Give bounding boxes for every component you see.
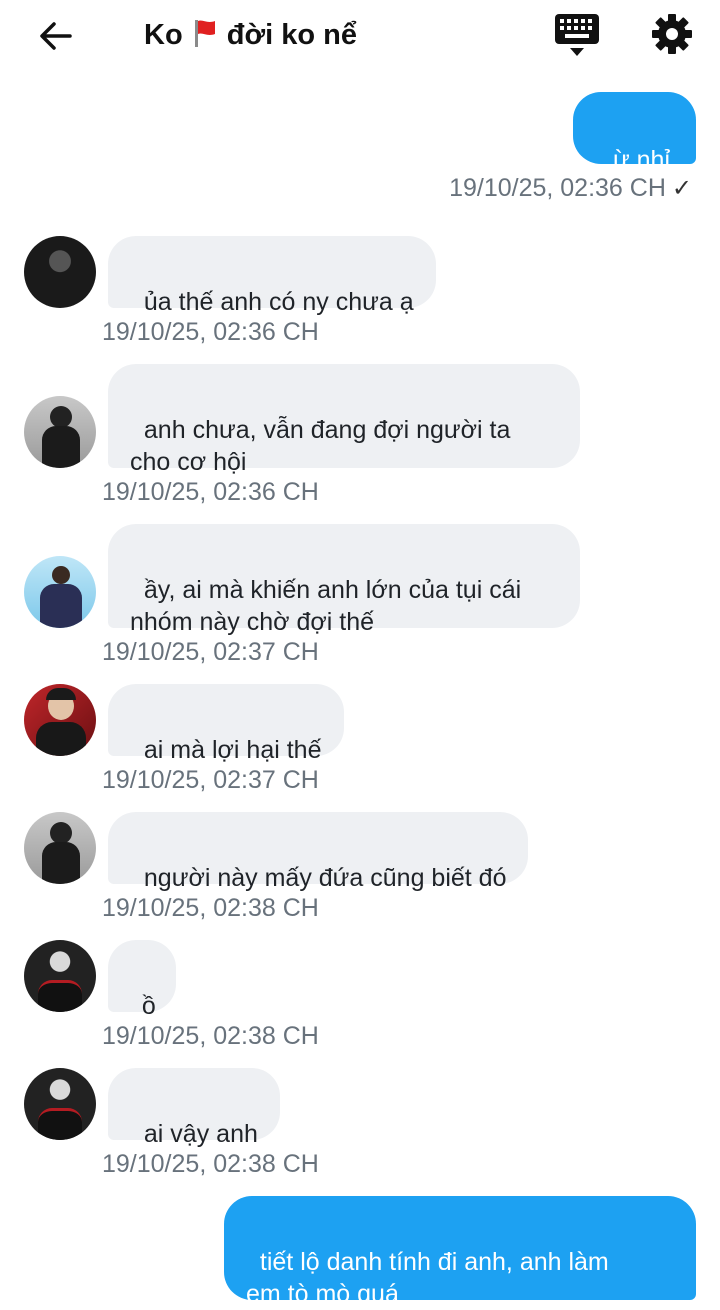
message-text: ừ nhỉ [612,146,670,174]
message-timestamp: 19/10/25, 02:36 CH ✓ [449,174,692,202]
gear-icon[interactable] [650,12,694,56]
avatar[interactable] [24,236,96,308]
chat-title-part1: Ko [144,19,183,51]
message-timestamp: 19/10/25, 02:38 CH [102,894,319,922]
chat-title[interactable]: Ko đời ko nể [144,14,357,56]
message-bubble-incoming[interactable]: ầy, ai mà khiến anh lớn của tụi cái nhóm… [108,524,580,636]
message-timestamp: 19/10/25, 02:36 CH [102,478,319,506]
message-bubble-incoming[interactable]: ủa thế anh có ny chưa ạ [108,236,436,316]
avatar[interactable] [24,812,96,884]
message-bubble-outgoing[interactable]: tiết lộ danh tính đi anh, anh làm em tò … [224,1196,696,1308]
message-text: ầy, ai mà khiến anh lớn của tụi cái nhóm… [130,576,522,636]
arrow-left-icon[interactable] [34,14,78,58]
message-text: ai vậy anh [143,1120,258,1148]
message-bubble-incoming[interactable]: anh chưa, vẫn đang đợi người ta cho cơ h… [108,364,580,476]
message-bubble-incoming[interactable]: ồ [108,940,176,1020]
message-bubble-incoming[interactable]: người này mấy đứa cũng biết đó [108,812,529,892]
message-text: tiết lộ danh tính đi anh, anh làm em tò … [246,1248,609,1308]
message-text: ồ [141,992,156,1020]
message-text: ủa thế anh có ny chưa ạ [143,288,414,316]
avatar[interactable] [24,684,96,756]
avatar[interactable] [24,556,96,628]
avatar[interactable] [24,1068,96,1140]
message-bubble-outgoing[interactable]: ừ nhỉ [573,92,696,174]
message-timestamp: 19/10/25, 02:38 CH [102,1150,319,1178]
chat-header: Ko đời ko nể [0,0,720,72]
message-bubble-incoming[interactable]: ai mà lợi hại thế [108,684,344,764]
chat-title-part2: đời ko nể [226,19,357,51]
message-timestamp: 19/10/25, 02:37 CH [102,638,319,666]
message-text: ai mà lợi hại thế [143,736,322,764]
red-flag-icon [194,20,215,47]
avatar[interactable] [24,396,96,468]
message-text: người này mấy đứa cũng biết đó [143,864,507,892]
message-bubble-incoming[interactable]: ai vậy anh [108,1068,280,1148]
message-timestamp: 19/10/25, 02:37 CH [102,766,319,794]
sent-check-icon: ✓ [671,175,692,202]
message-timestamp: 19/10/25, 02:38 CH [102,1022,319,1050]
message-text: anh chưa, vẫn đang đợi người ta cho cơ h… [130,416,511,476]
keyboard-icon[interactable] [552,12,602,58]
avatar[interactable] [24,940,96,1012]
message-timestamp: 19/10/25, 02:36 CH [102,318,319,346]
